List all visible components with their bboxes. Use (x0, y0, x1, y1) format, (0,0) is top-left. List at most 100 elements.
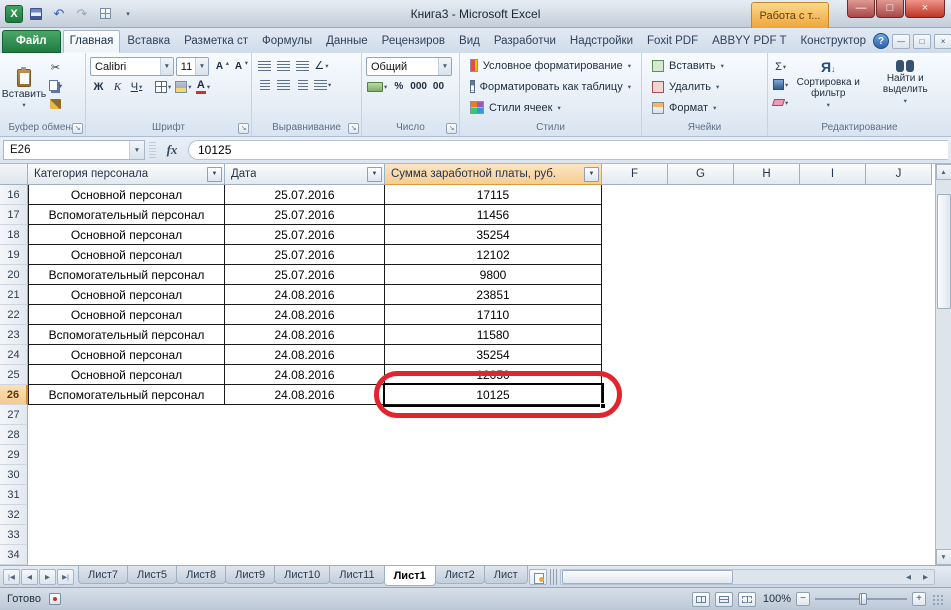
cell[interactable]: 24.08.2016 (225, 365, 385, 385)
borders-button[interactable]: ▾ (154, 78, 172, 95)
cell[interactable]: Основной персонал (28, 245, 225, 265)
bold-button[interactable]: Ж (90, 78, 107, 95)
cell[interactable]: 25.07.2016 (225, 225, 385, 245)
row-header-32[interactable]: 32 (0, 505, 28, 525)
filter-dropdown-icon[interactable]: ▼ (367, 167, 382, 182)
name-box[interactable]: E26 ▼ (3, 140, 145, 160)
cell[interactable]: 24.08.2016 (225, 385, 385, 405)
contextual-tab-group[interactable]: Работа с т... (751, 2, 829, 28)
row-header-27[interactable]: 27 (0, 405, 28, 425)
autosum-button[interactable]: Σ▾ (772, 58, 789, 75)
insert-sheet-button[interactable] (529, 569, 547, 585)
tab-Вставка[interactable]: Вставка (120, 30, 177, 53)
row-header-16[interactable]: 16 (0, 185, 28, 205)
orientation-button[interactable]: ∠▾ (313, 57, 330, 74)
column-header-F[interactable]: F (602, 164, 668, 185)
align-right-button[interactable] (294, 76, 311, 93)
normal-view-button[interactable] (692, 592, 710, 607)
sheet-tab-Лист11[interactable]: Лист11 (329, 566, 384, 584)
sheet-tab-Лист8[interactable]: Лист8 (176, 566, 226, 584)
cell[interactable]: 25.07.2016 (225, 245, 385, 265)
align-bottom-button[interactable] (294, 57, 311, 74)
tab-Foxit PDF[interactable]: Foxit PDF (640, 30, 705, 53)
chevron-down-icon[interactable]: ▼ (129, 141, 144, 159)
filter-dropdown-icon[interactable]: ▼ (584, 167, 599, 182)
decrease-font-button[interactable]: А▾ (230, 58, 247, 75)
table-header-1[interactable]: Категория персонала▼ (28, 164, 225, 185)
clipboard-dialog-launcher[interactable]: ↘ (72, 123, 83, 134)
zoom-slider[interactable] (815, 592, 907, 606)
cell[interactable]: 17110 (385, 305, 602, 325)
cell[interactable]: 23851 (385, 285, 602, 305)
table-header-3[interactable]: Сумма заработной платы, руб.▼ (385, 164, 602, 185)
row-header-17[interactable]: 17 (0, 205, 28, 225)
format-painter-button[interactable] (47, 95, 64, 112)
font-dialog-launcher[interactable]: ↘ (238, 123, 249, 134)
tab-Разработчи[interactable]: Разработчи (487, 30, 563, 53)
copy-button[interactable]: ▾ (47, 77, 64, 94)
cell[interactable]: 24.08.2016 (225, 325, 385, 345)
accounting-format-button[interactable]: ▾ (366, 78, 388, 95)
number-dialog-launcher[interactable]: ↘ (446, 123, 457, 134)
delete-cells-button[interactable]: Удалить▾ (646, 76, 763, 97)
row-header-34[interactable]: 34 (0, 545, 28, 565)
fill-button[interactable]: ▾ (772, 76, 789, 93)
cell[interactable]: Вспомогательный персонал (28, 385, 225, 405)
scroll-up-icon[interactable]: ▲ (936, 164, 951, 180)
sheet-tab-Лист9[interactable]: Лист9 (225, 566, 275, 584)
cell[interactable]: 25.07.2016 (225, 265, 385, 285)
cell[interactable]: Основной персонал (28, 185, 225, 205)
scroll-right-icon[interactable]: ▶ (917, 569, 934, 585)
paste-button[interactable]: Вставить ▾ (4, 57, 44, 121)
align-center-button[interactable] (275, 76, 292, 93)
filter-dropdown-icon[interactable]: ▼ (207, 167, 222, 182)
cell[interactable]: 25.07.2016 (225, 205, 385, 225)
row-header-26[interactable]: 26 (0, 385, 28, 405)
row-header-18[interactable]: 18 (0, 225, 28, 245)
row-header-33[interactable]: 33 (0, 525, 28, 545)
tab-split-handle[interactable] (550, 569, 557, 585)
qat-customize-dropdown[interactable]: ▾ (118, 4, 138, 24)
row-header-25[interactable]: 25 (0, 365, 28, 385)
cell[interactable]: Вспомогательный персонал (28, 325, 225, 345)
row-header-19[interactable]: 19 (0, 245, 28, 265)
zoom-level-label[interactable]: 100% (761, 593, 791, 605)
restore-button[interactable]: □ (876, 0, 904, 18)
row-header-28[interactable]: 28 (0, 425, 28, 445)
sheet-tab-Лист1[interactable]: Лист1 (384, 566, 436, 586)
tab-Файл[interactable]: Файл (2, 30, 61, 53)
percent-style-button[interactable]: % (390, 78, 407, 95)
insert-cells-button[interactable]: Вставить▾ (646, 55, 763, 76)
cell[interactable]: 17115 (385, 185, 602, 205)
cell[interactable]: 12102 (385, 245, 602, 265)
last-sheet-button[interactable]: ▶| (57, 569, 74, 585)
tab-Рецензиров[interactable]: Рецензиров (375, 30, 452, 53)
sheet-tab-Лист5[interactable]: Лист5 (127, 566, 177, 584)
clear-button[interactable]: ▾ (772, 94, 789, 111)
minimize-button[interactable]: — (847, 0, 875, 18)
vertical-scrollbar[interactable]: ▲ ▼ (935, 164, 951, 565)
cell-styles-button[interactable]: Стили ячеек▾ (464, 97, 637, 118)
zoom-slider-thumb[interactable] (859, 593, 867, 605)
cell[interactable]: Основной персонал (28, 285, 225, 305)
row-header-21[interactable]: 21 (0, 285, 28, 305)
cell[interactable]: Вспомогательный персонал (28, 265, 225, 285)
chevron-down-icon[interactable]: ▼ (438, 58, 451, 75)
cell[interactable]: 24.08.2016 (225, 305, 385, 325)
tab-Разметка ст[interactable]: Разметка ст (177, 30, 255, 53)
prev-sheet-button[interactable]: ◀ (21, 569, 38, 585)
horizontal-scroll-thumb[interactable] (562, 570, 734, 584)
align-left-button[interactable] (256, 76, 273, 93)
cell[interactable]: Основной персонал (28, 345, 225, 365)
sheet-tab-Лист[interactable]: Лист (484, 566, 528, 584)
cell[interactable]: 11580 (385, 325, 602, 345)
sheet-tab-Лист7[interactable]: Лист7 (78, 566, 128, 584)
cell[interactable]: 24.08.2016 (225, 345, 385, 365)
vertical-scroll-thumb[interactable] (937, 194, 951, 309)
resize-grip[interactable] (931, 593, 944, 606)
cell[interactable]: Вспомогательный персонал (28, 205, 225, 225)
scroll-down-icon[interactable]: ▼ (936, 549, 951, 565)
qat-table-icon[interactable] (95, 4, 115, 24)
column-header-G[interactable]: G (668, 164, 734, 185)
sheet-tab-Лист10[interactable]: Лист10 (274, 566, 330, 584)
